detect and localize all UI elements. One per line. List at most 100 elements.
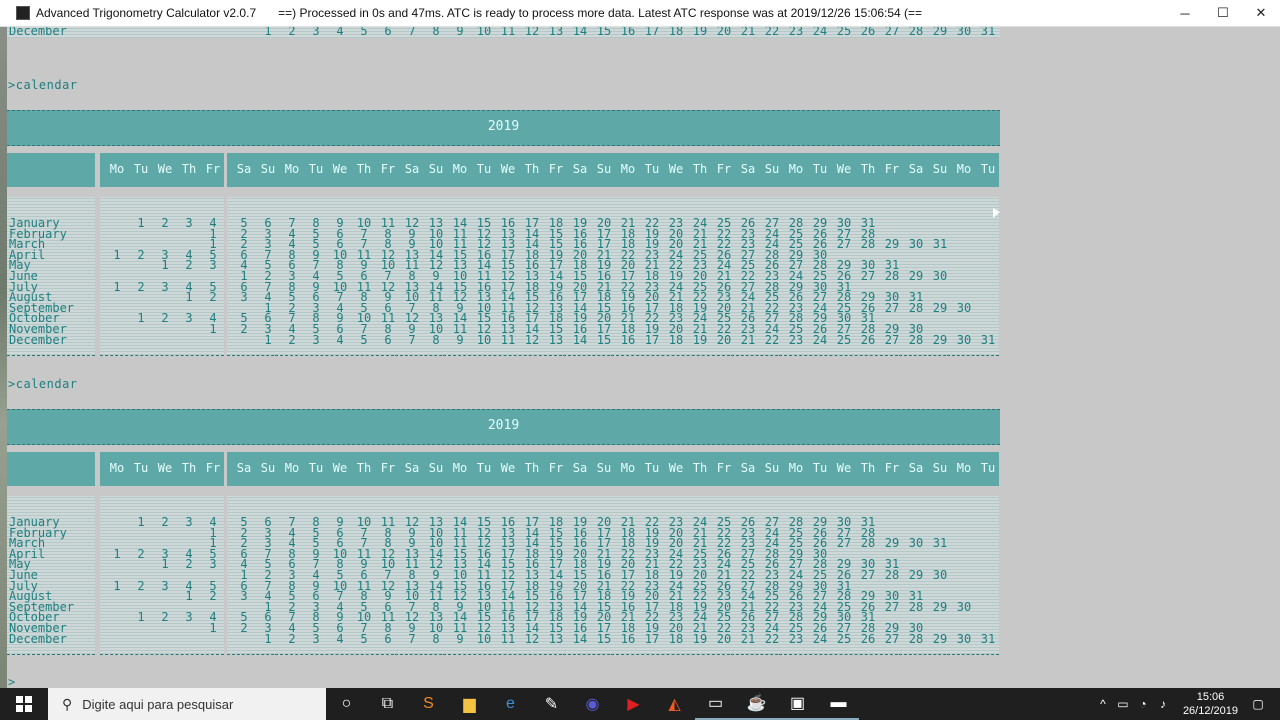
day-cell: 3 [185,216,193,230]
weekday-label: Tu [133,162,149,176]
weekday-label: We [500,162,516,176]
day-cell: 30 [956,300,972,315]
day-cell: 28 [884,269,900,283]
weekday-label: Fr [884,162,900,176]
day-cell: 13 [548,27,564,38]
day-cell: 20 [716,631,732,646]
java-taskbar-button[interactable]: ☕ [736,688,777,720]
console-taskbar-button[interactable]: ▬ [818,688,859,720]
day-cell: 27 [884,300,900,315]
terminal-taskbar-button[interactable]: ▭ [695,688,736,720]
battery-icon[interactable]: ▭ [1113,697,1133,711]
search-input[interactable]: ⚲ Digite aqui para pesquisar [48,688,326,720]
command-line: >calendar [8,78,78,92]
day-cell: 2 [288,27,296,38]
day-cell: 29 [908,269,924,283]
day-cell: 1 [137,311,145,326]
mouse-pointer-icon [993,208,1000,218]
day-cell: 12 [524,631,540,646]
day-cell: 28 [908,599,924,614]
weekday-label: Tu [812,461,828,475]
weekday-label: Fr [380,461,396,475]
day-cell: 28 [908,300,924,315]
day-cell: 1 [113,578,121,593]
day-cell: 3 [185,311,193,326]
day-cell: 3 [161,279,169,294]
close-button[interactable]: ✕ [1242,0,1280,26]
youtube-taskbar-button[interactable]: ▶ [613,688,654,720]
day-cell: 11 [500,631,516,646]
notifications-icon[interactable]: ▢ [1248,697,1268,711]
day-cell: 23 [788,332,804,347]
day-cell: 1 [113,247,121,262]
calendar-year: 2019 [487,119,520,134]
terminal-output[interactable]: December 1 2 3 4 5 6 7 8 9 10 11 12 13 14 15 16 17 18 19 20 2… [0,27,1280,689]
weekday-label: Mo [956,461,972,475]
sublime-taskbar-button[interactable]: S [408,688,449,720]
day-cell: 5 [360,631,368,646]
network-icon[interactable]: ◔ [1133,697,1153,711]
day-cell: 22 [764,332,780,347]
paint-taskbar-button[interactable]: ✎ [531,688,572,720]
day-cell: 3 [185,610,193,625]
day-cell: 8 [432,332,440,347]
day-cell: 3 [209,258,217,273]
clock[interactable]: 15:06 26/12/2019 [1183,690,1238,718]
weekday-label: Tu [980,461,996,475]
month-name: December [9,27,67,38]
weekday-label: Sa [236,461,252,475]
day-cell: 6 [384,27,392,38]
start-button[interactable] [0,688,48,720]
task-view-taskbar-button[interactable]: ⧉ [367,688,408,720]
weekday-label: Sa [572,461,588,475]
search-placeholder: Digite aqui para pesquisar [82,696,234,712]
weekday-label: Mo [788,461,804,475]
input-prompt[interactable]: > [8,675,15,689]
day-cell: 27 [884,631,900,646]
chevron-up-icon[interactable]: ^ [1093,697,1113,711]
minimize-button[interactable]: ─ [1166,0,1204,26]
volume-icon[interactable]: ♪ [1153,697,1173,711]
day-cell: 24 [812,332,828,347]
day-cell: 26 [860,631,876,646]
day-cell: 10 [476,27,492,38]
media-taskbar-button[interactable]: ◉ [572,688,613,720]
weekday-label: We [332,461,348,475]
day-cell: 30 [908,237,924,252]
weekday-label: Mo [284,162,300,176]
day-cell: 27 [860,568,876,582]
maximize-icon: ☐ [1217,5,1229,20]
weekday-label: Tu [308,461,324,475]
weekday-label: Sa [236,162,252,176]
status-message: ==) Processed in 0s and 47ms. ATC is rea… [278,6,923,20]
weekday-label: Su [428,162,444,176]
weekday-label: Mo [284,461,300,475]
day-cell: 1 [161,557,169,572]
weekday-label: Sa [572,162,588,176]
day-cell: 1 [113,546,121,561]
browser-edge-taskbar-button[interactable]: e [490,688,531,720]
brave-icon: ◭ [668,696,681,713]
command-line: >calendar [8,377,78,391]
console-icon: ▬ [830,694,847,711]
day-cell: 19 [692,332,708,347]
maximize-button[interactable]: ☐ [1204,0,1242,26]
weekday-label: We [500,461,516,475]
day-cell: 27 [884,599,900,614]
weekday-label: Su [596,162,612,176]
clock-time: 15:06 [1196,691,1225,703]
weekday-label: Tu [980,162,996,176]
day-cell: 2 [137,546,145,561]
brave-taskbar-button[interactable]: ◭ [654,688,695,720]
day-cell: 30 [932,568,948,582]
app-icon [16,6,30,20]
day-cell: 2 [161,216,169,230]
month-column-header [7,452,95,486]
day-cell: 21 [740,27,756,38]
day-cell: 2 [137,578,145,593]
day-cell: 26 [860,332,876,347]
atc-taskbar-button[interactable]: ▣ [777,688,818,720]
cortana-taskbar-button[interactable]: ○ [326,688,367,720]
day-cell: 2 [161,515,169,529]
file-explorer-taskbar-button[interactable]: ▆ [449,688,490,720]
